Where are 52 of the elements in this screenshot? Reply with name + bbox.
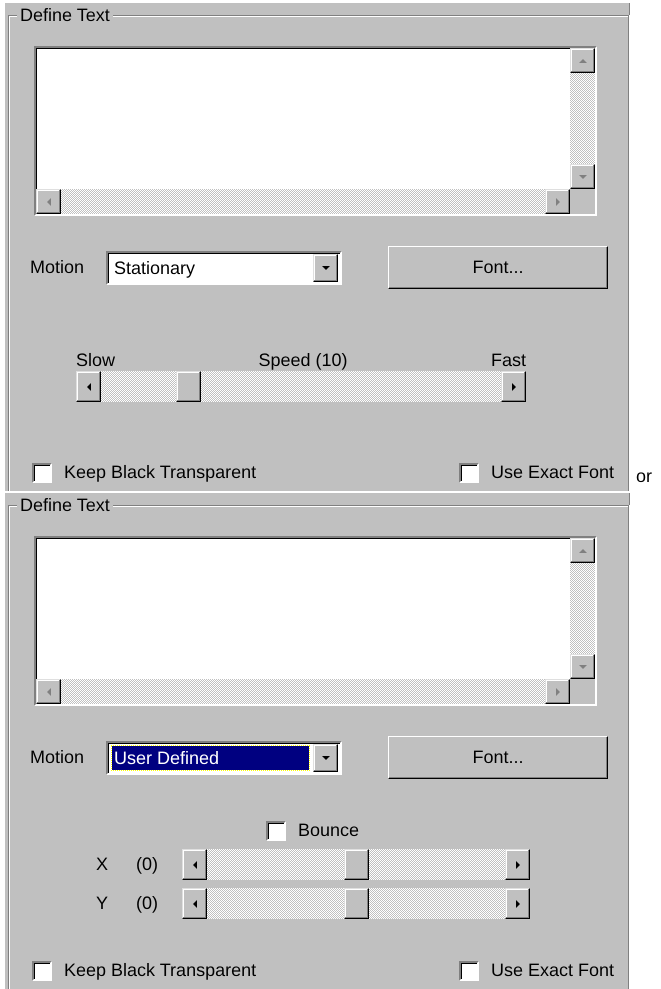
- option-checkbox[interactable]: [32, 462, 52, 482]
- option-label: Keep Black Transparent: [64, 960, 256, 981]
- motion-label: Motion: [30, 747, 86, 768]
- scroll-right-icon[interactable]: [505, 849, 530, 880]
- scroll-left-icon[interactable]: [76, 371, 101, 402]
- slider-thumb[interactable]: [344, 849, 368, 880]
- scrollbar-corner: [570, 679, 595, 704]
- horizontal-scrollbar[interactable]: [36, 679, 570, 704]
- option-label: Use Exact Font: [490, 960, 614, 981]
- bounce-checkbox[interactable]: [266, 820, 286, 840]
- option-label: Use Exact Font: [490, 462, 614, 483]
- scroll-down-icon[interactable]: [570, 654, 595, 679]
- text-input-area[interactable]: [34, 46, 597, 216]
- axis-value: (0): [136, 893, 159, 914]
- scroll-left-icon[interactable]: [182, 888, 207, 919]
- font-button[interactable]: Font...: [388, 246, 608, 289]
- text-input-area[interactable]: [34, 536, 597, 706]
- scroll-left-icon[interactable]: [182, 849, 207, 880]
- slider-thumb[interactable]: [344, 888, 368, 919]
- option-checkbox[interactable]: [458, 462, 479, 482]
- option-label: Keep Black Transparent: [64, 462, 256, 483]
- speed-slider[interactable]: [76, 371, 526, 402]
- vertical-scrollbar[interactable]: [570, 538, 595, 679]
- scroll-up-icon[interactable]: [570, 48, 595, 73]
- option-checkbox[interactable]: [32, 960, 52, 980]
- speed-label: Speed (10): [258, 349, 348, 371]
- option-checkbox[interactable]: [458, 960, 479, 980]
- or-text: or: [636, 466, 652, 487]
- position-slider[interactable]: [182, 888, 530, 919]
- scroll-right-icon[interactable]: [545, 679, 570, 704]
- motion-dropdown[interactable]: Stationary: [106, 250, 342, 284]
- axis-label: Y: [96, 893, 110, 914]
- scroll-left-icon[interactable]: [36, 189, 61, 214]
- scroll-up-icon[interactable]: [570, 538, 595, 563]
- axis-value: (0): [136, 854, 159, 875]
- scroll-right-icon[interactable]: [545, 189, 570, 214]
- font-button[interactable]: Font...: [388, 736, 608, 779]
- scrollbar-corner: [570, 189, 595, 214]
- scroll-right-icon[interactable]: [501, 371, 526, 402]
- vertical-scrollbar[interactable]: [570, 48, 595, 189]
- horizontal-scrollbar[interactable]: [36, 189, 570, 214]
- motion-label: Motion: [30, 257, 86, 278]
- motion-dropdown[interactable]: User Defined: [106, 740, 342, 774]
- scroll-right-icon[interactable]: [505, 888, 530, 919]
- bounce-label: Bounce: [298, 820, 360, 841]
- scroll-down-icon[interactable]: [570, 164, 595, 189]
- slider-thumb[interactable]: [176, 371, 201, 402]
- position-slider[interactable]: [182, 849, 530, 880]
- fast-label: Fast: [490, 349, 526, 371]
- scroll-left-icon[interactable]: [36, 679, 61, 704]
- slow-label: Slow: [76, 349, 116, 371]
- axis-label: X: [96, 854, 110, 875]
